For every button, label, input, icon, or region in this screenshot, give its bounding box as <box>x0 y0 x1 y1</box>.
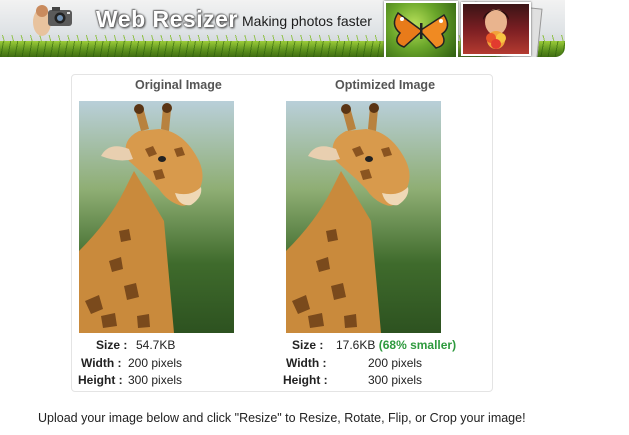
optimized-height-row: Height : 300 pixels <box>282 372 492 390</box>
width-label: Width : <box>286 355 327 370</box>
optimized-size-kb: 17.6KB <box>336 338 376 352</box>
optimized-stats: Size : 17.6KB (68% smaller) Width : 200 … <box>282 337 492 390</box>
original-image <box>79 101 234 333</box>
butterfly-photo <box>384 1 458 57</box>
size-savings-badge: (68% smaller) <box>378 338 457 352</box>
optimized-size-row: Size : 17.6KB (68% smaller) <box>282 337 492 355</box>
original-height-value: 300 pixels <box>128 373 183 387</box>
original-height-row: Height : 300 pixels <box>72 372 282 390</box>
brand-title[interactable]: Web Resizer <box>96 6 238 33</box>
portrait-photo <box>461 2 531 56</box>
giraffe-icon <box>286 103 410 333</box>
comparison-card: Original Image Size : 54.7KB Width : 200… <box>71 74 493 392</box>
optimized-image <box>286 101 441 333</box>
upload-instructions: Upload your image below and click "Resiz… <box>38 411 526 425</box>
height-label: Height : <box>78 373 123 387</box>
optimized-width-row: Width : 200 pixels <box>282 355 492 373</box>
mascot-with-camera-icon <box>33 5 72 36</box>
header-banner: Web Resizer Making photos faster <box>0 0 565 57</box>
original-width-row: Width : 200 pixels <box>72 355 282 373</box>
brand-tagline: Making photos faster <box>242 13 372 29</box>
original-size-value: 54.7KB <box>136 338 176 352</box>
optimized-width-value: 200 pixels <box>368 355 423 370</box>
width-label: Width : <box>81 355 122 370</box>
size-label: Size : <box>292 338 324 352</box>
portrait-with-flower-icon <box>483 9 509 49</box>
optimized-image-title: Optimized Image <box>335 78 436 92</box>
giraffe-icon <box>79 103 203 333</box>
original-stats: Size : 54.7KB Width : 200 pixels Height … <box>72 337 282 390</box>
height-label: Height : <box>283 373 328 387</box>
optimized-height-value: 300 pixels <box>368 373 423 387</box>
optimized-size-value: 17.6KB (68% smaller) <box>336 337 456 355</box>
original-size-row: Size : 54.7KB <box>72 337 282 355</box>
original-image-title: Original Image <box>135 78 222 92</box>
size-label: Size : <box>96 338 128 352</box>
original-width-value: 200 pixels <box>128 355 183 370</box>
butterfly-icon <box>393 11 449 49</box>
